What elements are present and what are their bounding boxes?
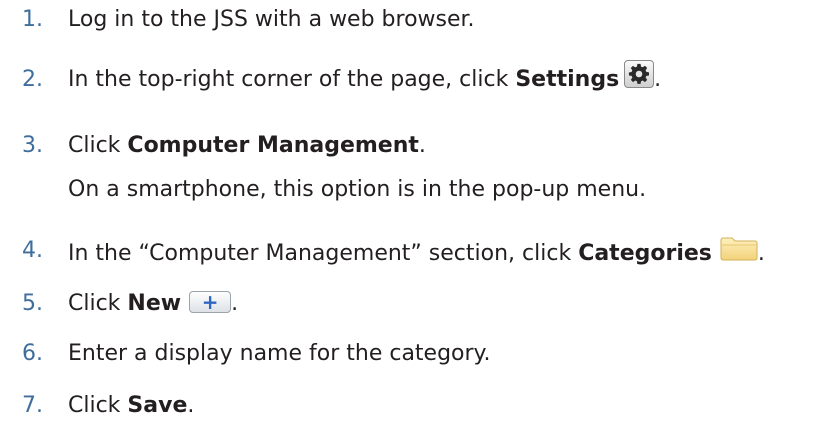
- step-text: Click New +.: [68, 290, 239, 316]
- step-number: 4.: [22, 238, 43, 263]
- settings-label: Settings: [515, 67, 620, 92]
- plus-icon: +: [189, 291, 232, 313]
- save-label: Save: [127, 393, 188, 418]
- step-3-note: On a smartphone, this option is in the p…: [68, 177, 647, 202]
- step-number: 1.: [22, 7, 43, 32]
- new-label: New: [127, 291, 182, 316]
- step-number: 3.: [22, 133, 43, 158]
- step-text: In the “Computer Management” section, cl…: [68, 237, 765, 271]
- step-text: Enter a display name for the category.: [68, 341, 491, 366]
- step-text: Click Save.: [68, 393, 195, 418]
- step-number: 6.: [22, 341, 43, 366]
- step-number: 2.: [22, 67, 43, 92]
- categories-label: Categories: [578, 241, 712, 266]
- step-text: Log in to the JSS with a web browser.: [68, 7, 475, 32]
- step-number: 5.: [22, 291, 43, 316]
- folder-icon: [720, 235, 758, 269]
- computer-management-label: Computer Management: [127, 133, 419, 158]
- step-text: In the top-right corner of the page, cli…: [68, 60, 661, 94]
- step-text: Click Computer Management.: [68, 133, 426, 158]
- gear-icon: [624, 60, 655, 88]
- instruction-steps: 1. Log in to the JSS with a web browser.…: [0, 0, 832, 430]
- step-number: 7.: [22, 393, 43, 418]
